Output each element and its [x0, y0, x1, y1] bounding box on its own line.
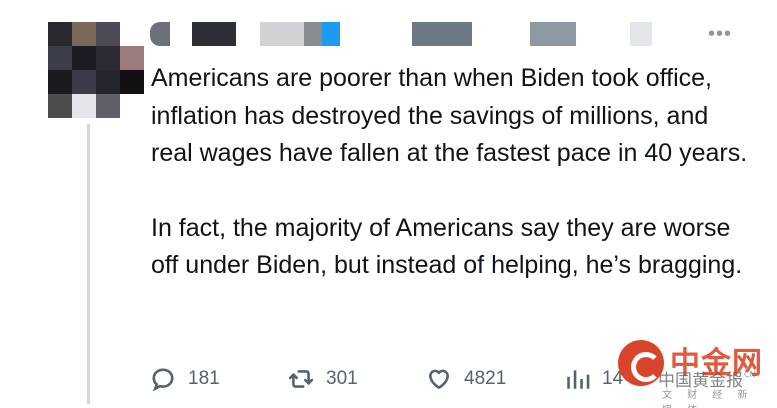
- reply-button[interactable]: 181: [150, 366, 220, 392]
- more-icon[interactable]: •••: [708, 24, 732, 44]
- like-count: 4821: [464, 368, 507, 389]
- watermark-small: CN: [744, 370, 756, 379]
- views-button[interactable]: 14: [564, 366, 623, 392]
- tweet-paragraph: In fact, the majority of Americans say t…: [151, 213, 743, 280]
- tweet-paragraph: Americans are poorer than when Biden too…: [151, 64, 748, 167]
- like-button[interactable]: 4821: [426, 366, 506, 392]
- tweet-text: Americans are poorer than when Biden too…: [151, 60, 751, 285]
- watermark-tagline: 文 财 经 新 媒 体: [662, 390, 754, 408]
- heart-icon: [429, 369, 449, 390]
- tweet: ••• Americans are poorer than when Biden…: [0, 0, 777, 408]
- reply-count: 181: [188, 368, 220, 389]
- views-icon: [567, 370, 590, 389]
- watermark: 中金网 CN 中国黄金报 文 财 经 新 媒 体: [618, 336, 777, 408]
- avatar[interactable]: [48, 22, 144, 118]
- user-header-redacted[interactable]: [150, 22, 690, 48]
- retweet-count: 301: [326, 368, 358, 389]
- thread-line: [87, 124, 90, 404]
- retweet-icon: [288, 370, 314, 388]
- retweet-button[interactable]: 301: [288, 366, 358, 392]
- reply-icon: [152, 368, 174, 392]
